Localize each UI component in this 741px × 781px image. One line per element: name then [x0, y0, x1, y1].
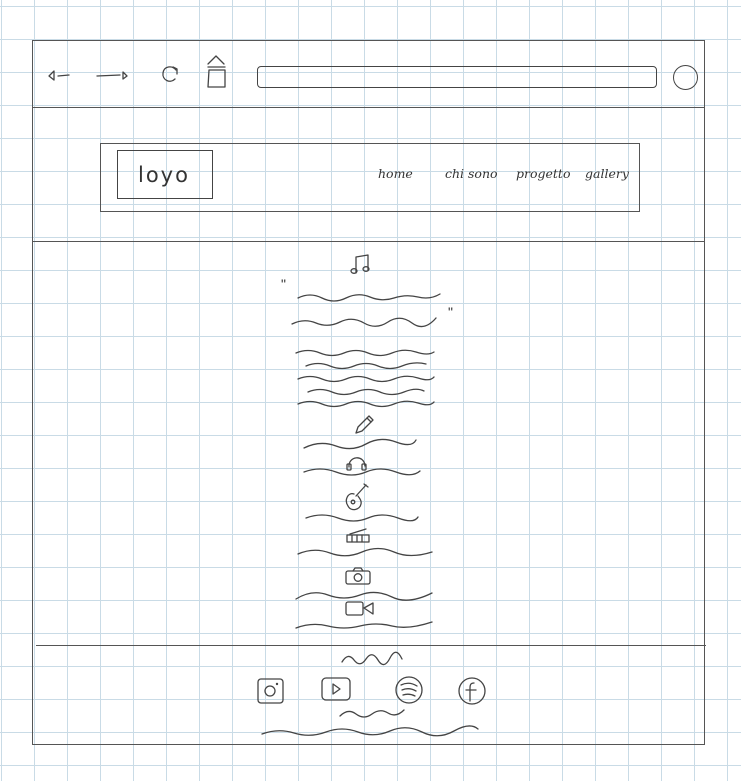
forward-arrow-icon[interactable]	[96, 68, 132, 84]
spotify-icon[interactable]	[393, 674, 425, 706]
toolbar-divider	[32, 107, 705, 108]
nav-chi-sono[interactable]: chi sono	[445, 166, 498, 181]
nav-home[interactable]: home	[378, 166, 413, 181]
nav-gallery[interactable]: gallery	[585, 166, 629, 181]
bio-paragraph	[295, 349, 435, 408]
youtube-icon[interactable]	[320, 676, 352, 704]
facebook-icon[interactable]	[456, 675, 488, 707]
share-icon[interactable]	[204, 54, 230, 90]
quote-text	[291, 293, 441, 328]
skill-music-text	[303, 468, 421, 476]
logo-text: loyo	[138, 163, 190, 187]
skill-video-text	[295, 621, 433, 629]
instagram-icon[interactable]	[256, 676, 286, 706]
footer-text	[261, 709, 479, 737]
reload-icon[interactable]	[160, 63, 182, 87]
skill-piano-text	[297, 547, 433, 557]
profile-icon[interactable]	[673, 65, 698, 90]
piano-icon	[346, 528, 370, 543]
header-divider	[32, 241, 705, 242]
skill-writing-text	[303, 438, 417, 450]
footer-title	[341, 651, 403, 666]
quote-open: "	[281, 276, 286, 292]
address-bar[interactable]	[257, 66, 657, 88]
footer-divider	[36, 645, 706, 646]
nav-progetto[interactable]: progetto	[516, 166, 570, 181]
back-arrow-icon[interactable]	[46, 68, 70, 84]
skill-guitar-text	[305, 514, 419, 522]
music-note-icon	[350, 254, 370, 274]
logo[interactable]: loyo	[117, 150, 213, 199]
